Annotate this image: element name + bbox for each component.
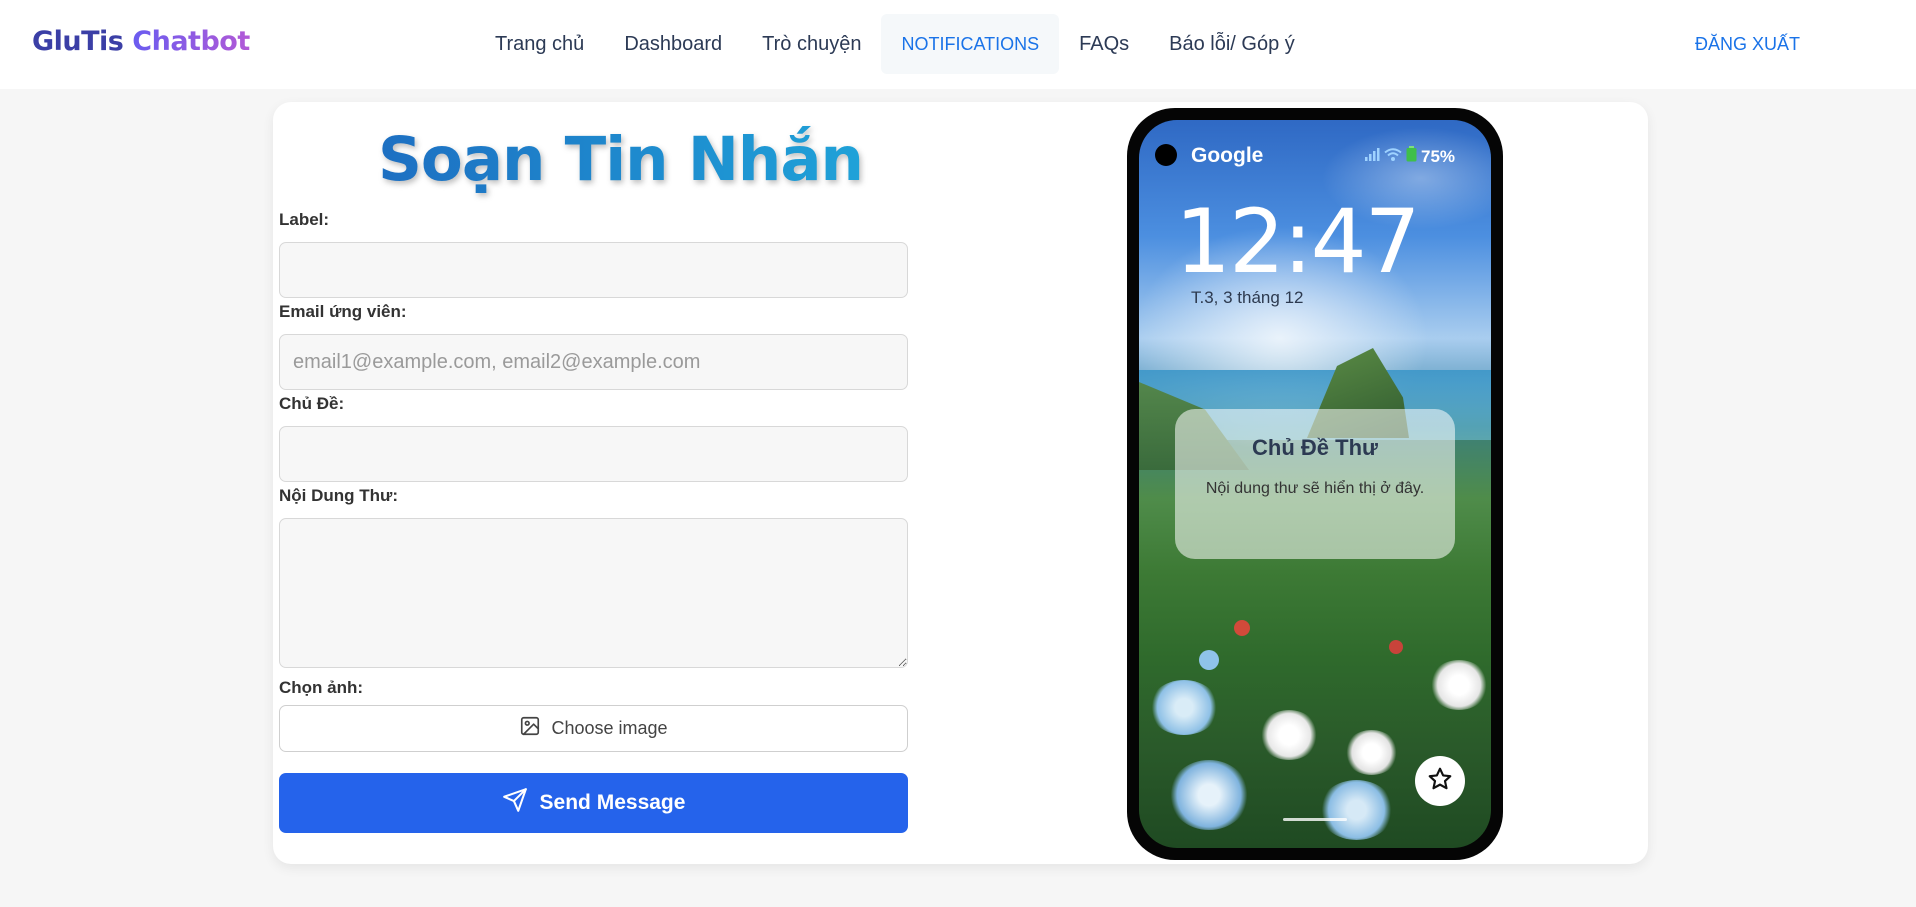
phone-status-bar: Google 75%	[1139, 120, 1491, 180]
brand-logo[interactable]: GluTis Chatbot	[32, 26, 250, 57]
send-message-button[interactable]: Send Message	[279, 773, 908, 833]
navbar: GluTis Chatbot Trang chủ Dashboard Trò c…	[0, 0, 1916, 89]
notification-body: Nội dung thư sẽ hiển thị ở đây.	[1205, 480, 1425, 497]
wallpaper-flower	[1149, 680, 1219, 735]
brand-name-part1: GluTis	[32, 26, 124, 57]
notification-preview-card: Chủ Đề Thư Nội dung thư sẽ hiển thị ở đâ…	[1175, 409, 1455, 559]
email-field-label: Email ứng viên:	[279, 302, 407, 321]
nav-item-feedback[interactable]: Báo lỗi/ Góp ý	[1149, 14, 1315, 74]
camera-hole	[1155, 144, 1177, 166]
brand-name-part2: Chatbot	[132, 26, 250, 57]
compose-card: Soạn Tin Nhắn Label: Email ứng viên: Chủ…	[273, 102, 1648, 864]
signal-icon	[1364, 147, 1380, 167]
nav-links: Trang chủ Dashboard Trò chuyện NOTIFICAT…	[475, 14, 1315, 74]
body-textarea[interactable]	[279, 518, 908, 668]
subject-field-label: Chủ Đề:	[279, 394, 345, 413]
nav-item-chat[interactable]: Trò chuyện	[742, 14, 881, 74]
status-icons: 75%	[1364, 146, 1455, 167]
page-title: Soạn Tin Nhắn	[378, 124, 864, 195]
lockscreen-clock: 12:47	[1175, 190, 1421, 293]
carrier-name: Google	[1191, 144, 1264, 167]
lockscreen-date: T.3, 3 tháng 12	[1191, 288, 1304, 307]
wallpaper-flower	[1319, 780, 1394, 840]
wallpaper-flower	[1259, 710, 1319, 760]
send-icon	[502, 787, 528, 819]
nav-item-notifications[interactable]: NOTIFICATIONS	[881, 14, 1060, 74]
home-indicator	[1283, 818, 1347, 821]
image-field-label: Chọn ảnh:	[279, 678, 364, 697]
battery-percent: 75%	[1421, 146, 1456, 166]
wallpaper-flower	[1199, 650, 1219, 670]
nav-item-faqs[interactable]: FAQs	[1059, 14, 1149, 74]
notification-title: Chủ Đề Thư	[1252, 435, 1378, 460]
wallpaper-flower	[1344, 730, 1399, 775]
wallpaper-flower	[1234, 620, 1250, 636]
wifi-icon	[1384, 147, 1402, 167]
image-icon	[519, 715, 541, 742]
phone-screen: Google 75% 12:47 T.3, 3 tháng 12 Chủ Đề …	[1139, 120, 1491, 848]
wallpaper-flower	[1389, 640, 1403, 654]
subject-input[interactable]	[279, 426, 908, 482]
label-input[interactable]	[279, 242, 908, 298]
choose-image-label: Choose image	[551, 718, 668, 738]
star-icon	[1427, 766, 1453, 797]
phone-preview: Google 75% 12:47 T.3, 3 tháng 12 Chủ Đề …	[1127, 108, 1503, 860]
body-field-label: Nội Dung Thư:	[279, 486, 398, 505]
email-input[interactable]	[279, 334, 908, 390]
nav-item-dashboard[interactable]: Dashboard	[604, 14, 742, 74]
label-field-label: Label:	[279, 210, 330, 229]
wallpaper-flower	[1429, 660, 1489, 710]
battery-icon	[1406, 146, 1417, 167]
send-message-label: Send Message	[539, 791, 686, 814]
nav-item-home[interactable]: Trang chủ	[475, 14, 604, 74]
logout-link[interactable]: ĐĂNG XUẤT	[1695, 34, 1800, 55]
star-button[interactable]	[1415, 756, 1465, 806]
wallpaper-flower	[1169, 760, 1249, 830]
choose-image-button[interactable]: Choose image	[279, 705, 908, 752]
